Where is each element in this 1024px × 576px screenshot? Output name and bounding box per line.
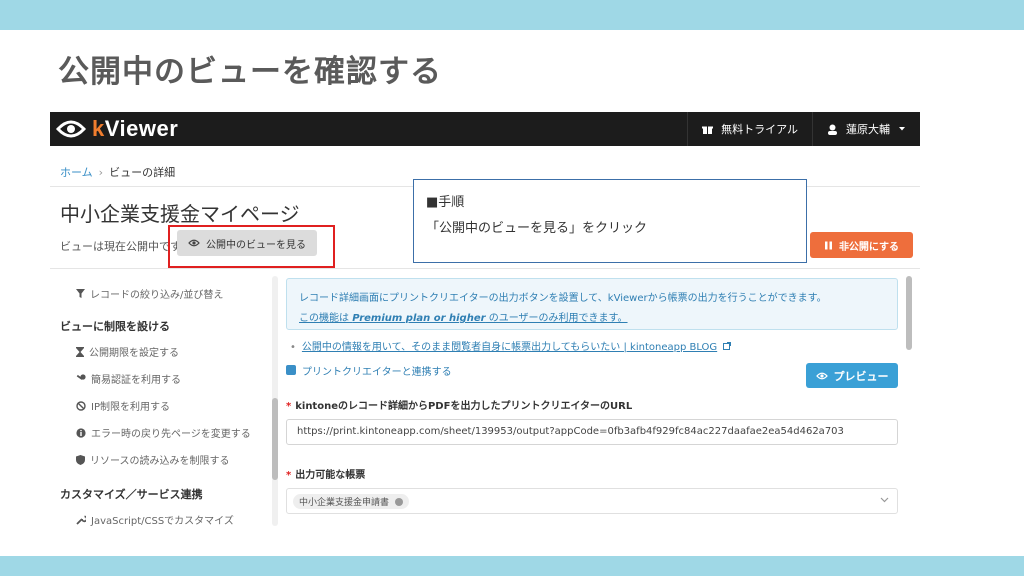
free-trial-link[interactable]: 無料トライアル <box>687 112 812 146</box>
divider <box>50 268 920 269</box>
view-title: 中小企業支援金マイページ <box>60 202 300 226</box>
preview-button[interactable]: プレビュー <box>806 363 898 388</box>
external-link-icon <box>723 342 732 350</box>
main-scroll-thumb[interactable] <box>906 276 912 350</box>
sidebar-item-auth[interactable]: 簡易認証を利用する <box>76 371 181 386</box>
eye-icon <box>815 372 828 379</box>
form-tag: 中小企業支援金申請書 <box>293 494 410 509</box>
sidebar-heading-customize: カスタマイズ／サービス連携 <box>60 488 203 501</box>
sidebar-item-filter[interactable]: レコードの絞り込み/並び替え <box>76 286 223 301</box>
info-icon <box>76 427 86 438</box>
make-private-button[interactable]: 非公開にする <box>810 232 913 258</box>
slide-title: 公開中のビューを確認する <box>58 54 442 90</box>
wrench-icon <box>76 515 86 525</box>
instruction-callout: ■手順 「公開中のビューを見る」をクリック <box>413 179 807 263</box>
callout-text: 「公開中のビューを見る」をクリック <box>426 221 648 236</box>
highlight-frame <box>168 225 335 268</box>
logo-text: kViewer <box>92 116 179 141</box>
top-decor-band <box>0 0 1024 30</box>
shield-icon <box>76 454 85 465</box>
breadcrumb-current: ビューの詳細 <box>109 166 176 179</box>
breadcrumb: ホーム › ビューの詳細 <box>60 166 176 179</box>
hourglass-icon <box>76 346 84 357</box>
chevron-down-icon <box>880 497 889 503</box>
main-panel: レコード詳細画面にプリントクリエイターの出力ボタンを設置して、kViewerから… <box>286 272 920 528</box>
gift-icon <box>702 125 714 135</box>
sidebar-scroll-thumb[interactable] <box>272 398 278 480</box>
forms-select[interactable]: 中小企業支援金申請書 <box>286 488 898 514</box>
pause-icon <box>824 241 832 249</box>
sidebar-item-error-page[interactable]: エラー時の戻り先ページを変更する <box>76 425 251 440</box>
app-screenshot: kViewer 無料トライアル 蓮原大輔 ホーム › ビューの詳細 中小企業支援… <box>50 112 920 528</box>
publish-status-text: ビューは現在公開中です <box>60 240 181 253</box>
sidebar-item-js-css[interactable]: JavaScript/CSSでカスタマイズ <box>76 512 234 527</box>
blog-link[interactable]: • 公開中の情報を用いて、そのまま閲覧者自身に帳票出力してもらいたい | kint… <box>290 338 732 353</box>
logo[interactable]: kViewer <box>56 116 179 141</box>
info-text: レコード詳細画面にプリントクリエイターの出力ボタンを設置して、kViewerから… <box>299 293 827 304</box>
user-menu[interactable]: 蓮原大輔 <box>812 112 920 146</box>
filter-icon <box>76 289 85 298</box>
caret-down-icon <box>899 127 905 131</box>
forms-field-label: * 出力可能な帳票 <box>286 470 366 481</box>
navbar: kViewer 無料トライアル 蓮原大輔 <box>50 112 920 146</box>
info-notice: レコード詳細画面にプリントクリエイターの出力ボタンを設置して、kViewerから… <box>286 278 898 330</box>
ban-icon <box>76 400 86 411</box>
sidebar: レコードの絞り込み/並び替え ビューに制限を設ける 公開期限を設定する 簡易認証… <box>50 272 280 528</box>
sidebar-heading-restrictions: ビューに制限を設ける <box>60 320 170 333</box>
user-icon <box>828 124 837 135</box>
sidebar-item-expiry[interactable]: 公開期限を設定する <box>76 344 179 359</box>
url-field-label: * kintoneのレコード詳細からPDFを出力したプリントクリエイターのURL <box>286 401 633 412</box>
remove-tag-icon[interactable] <box>395 497 404 506</box>
key-icon <box>76 374 86 380</box>
sidebar-item-ip[interactable]: IP制限を利用する <box>76 398 170 413</box>
breadcrumb-home[interactable]: ホーム <box>60 166 93 179</box>
print-creator-url-input[interactable]: https://print.kintoneapp.com/sheet/13995… <box>286 419 898 445</box>
plan-notice-link[interactable]: この機能は Premium plan or higher のユーザーのみ利用でき… <box>299 309 628 324</box>
link-print-creator-checkbox[interactable] <box>286 365 296 375</box>
callout-heading: ■手順 <box>426 195 465 210</box>
eye-logo-icon <box>56 120 86 138</box>
bottom-decor-band <box>0 556 1024 576</box>
checkbox-label: プリントクリエイターと連携する <box>302 367 452 378</box>
sidebar-item-resources[interactable]: リソースの読み込みを制限する <box>76 452 230 467</box>
